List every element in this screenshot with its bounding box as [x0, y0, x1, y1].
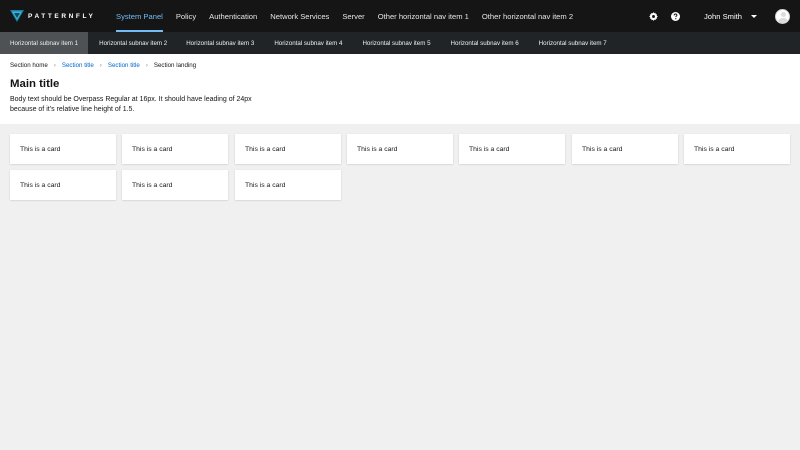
card[interactable]: This is a card: [347, 134, 453, 164]
card[interactable]: This is a card: [572, 134, 678, 164]
brand-name: PATTERNFLY: [28, 12, 96, 20]
page-header-section: Section home › Section title › Section t…: [0, 54, 800, 124]
subnav-item-7[interactable]: Horizontal subnav item 7: [529, 32, 617, 54]
nav-item-other-1[interactable]: Other horizontal nav item 1: [378, 0, 469, 32]
masthead: PATTERNFLY System Panel Policy Authentic…: [0, 0, 800, 32]
brand[interactable]: PATTERNFLY: [0, 0, 116, 32]
breadcrumb-item-section-2[interactable]: Section title: [108, 62, 140, 69]
chevron-right-icon: ›: [99, 62, 102, 69]
patternfly-logo-icon: [10, 10, 24, 22]
breadcrumb: Section home › Section title › Section t…: [10, 62, 196, 69]
subnav-item-2[interactable]: Horizontal subnav item 2: [88, 32, 176, 54]
horizontal-subnav: Horizontal subnav item 1 Horizontal subn…: [0, 32, 800, 54]
subnav-item-1[interactable]: Horizontal subnav item 1: [0, 32, 89, 54]
page-title: Main title: [10, 78, 60, 90]
page-body-text: Body text should be Overpass Regular at …: [10, 96, 252, 113]
nav-item-authentication[interactable]: Authentication: [209, 0, 257, 32]
subnav-item-5[interactable]: Horizontal subnav item 5: [352, 32, 440, 54]
question-circle-icon[interactable]: [668, 9, 682, 23]
subnav-item-4[interactable]: Horizontal subnav item 4: [264, 32, 352, 54]
breadcrumb-item-section-1[interactable]: Section title: [62, 62, 94, 69]
nav-item-other-2[interactable]: Other horizontal nav item 2: [482, 0, 573, 32]
subnav-item-3[interactable]: Horizontal subnav item 3: [176, 32, 264, 54]
nav-item-policy[interactable]: Policy: [176, 0, 196, 32]
main-nav: System Panel Policy Authentication Netwo…: [116, 0, 586, 32]
gear-icon[interactable]: [646, 9, 660, 23]
card[interactable]: This is a card: [122, 134, 228, 164]
user-name: John Smith: [704, 11, 742, 21]
card[interactable]: This is a card: [235, 134, 341, 164]
card[interactable]: This is a card: [684, 134, 790, 164]
user-dropdown[interactable]: John Smith: [704, 12, 757, 21]
card[interactable]: This is a card: [10, 170, 116, 200]
breadcrumb-item-current: Section landing: [153, 62, 197, 69]
caret-down-icon: [751, 14, 757, 18]
subnav-item-6[interactable]: Horizontal subnav item 6: [441, 32, 529, 54]
card[interactable]: This is a card: [235, 170, 341, 200]
card[interactable]: This is a card: [10, 134, 116, 164]
card[interactable]: This is a card: [122, 170, 228, 200]
nav-item-network-services[interactable]: Network Services: [270, 0, 329, 32]
masthead-tools: John Smith: [638, 0, 790, 32]
chevron-right-icon: ›: [53, 62, 56, 69]
chevron-right-icon: ›: [145, 62, 148, 69]
avatar[interactable]: [775, 8, 790, 24]
nav-item-server[interactable]: Server: [342, 0, 364, 32]
nav-item-system-panel[interactable]: System Panel: [116, 0, 163, 32]
breadcrumb-item-home[interactable]: Section home: [10, 62, 48, 69]
card[interactable]: This is a card: [459, 134, 565, 164]
